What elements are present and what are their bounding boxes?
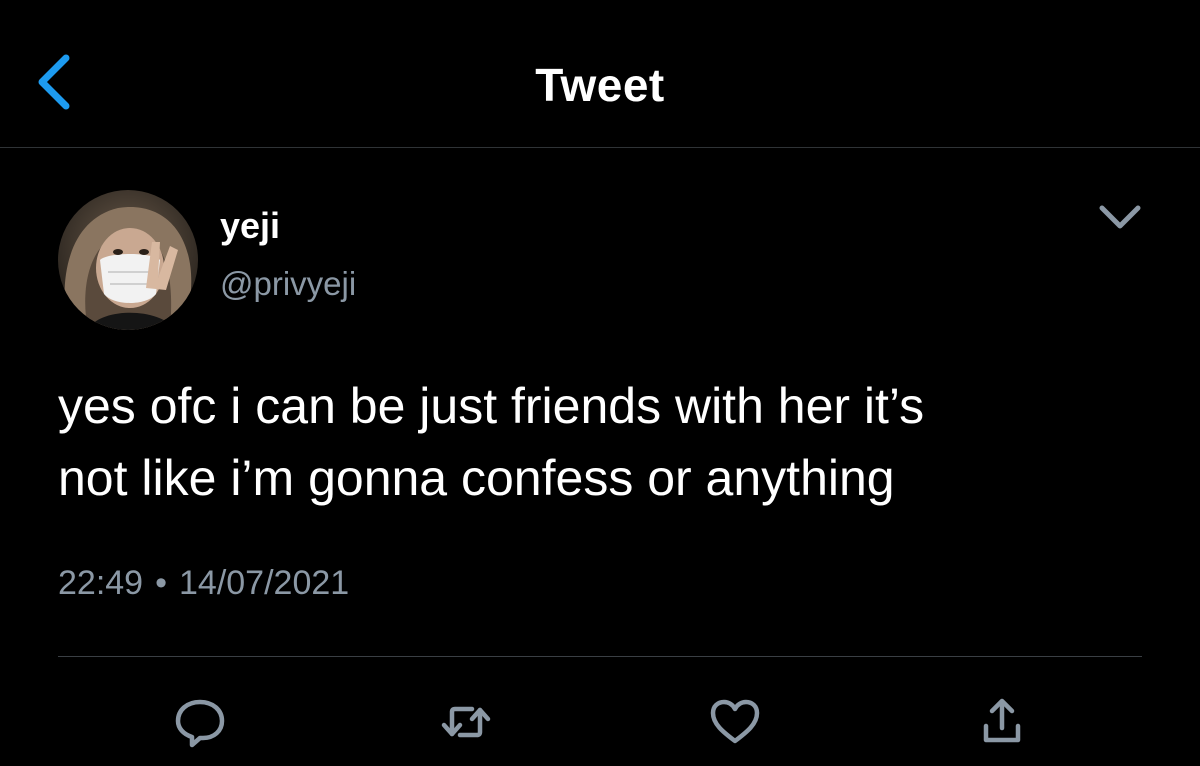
- like-button[interactable]: [707, 694, 763, 750]
- more-options-button[interactable]: [1092, 194, 1148, 238]
- timestamp-separator: •: [155, 564, 167, 602]
- avatar[interactable]: [58, 190, 198, 330]
- top-bar: Tweet: [0, 0, 1200, 148]
- share-button[interactable]: [974, 694, 1030, 750]
- tweet-text-line: not like i’m gonna confess or anything: [58, 450, 895, 506]
- reply-icon: [175, 699, 225, 748]
- divider: [58, 656, 1142, 657]
- tweet-text-line: yes ofc i can be just friends with her i…: [58, 378, 925, 434]
- chevron-down-icon: [1099, 205, 1141, 229]
- user-handle[interactable]: @privyeji: [220, 264, 356, 304]
- retweet-icon: [441, 706, 491, 738]
- page-title: Tweet: [535, 59, 665, 111]
- display-name[interactable]: yeji: [220, 204, 280, 248]
- tweet-date: 14/07/2021: [179, 564, 350, 602]
- tweet-text: yes ofc i can be just friends with her i…: [58, 370, 1158, 514]
- reply-button[interactable]: [172, 694, 228, 750]
- tweet-time: 22:49: [58, 564, 144, 602]
- share-icon: [983, 698, 1021, 743]
- profile-photo: [58, 190, 198, 330]
- retweet-button[interactable]: [438, 694, 494, 750]
- tweet-timestamp: 22:49 • 14/07/2021: [58, 562, 349, 604]
- heart-icon: [710, 699, 760, 744]
